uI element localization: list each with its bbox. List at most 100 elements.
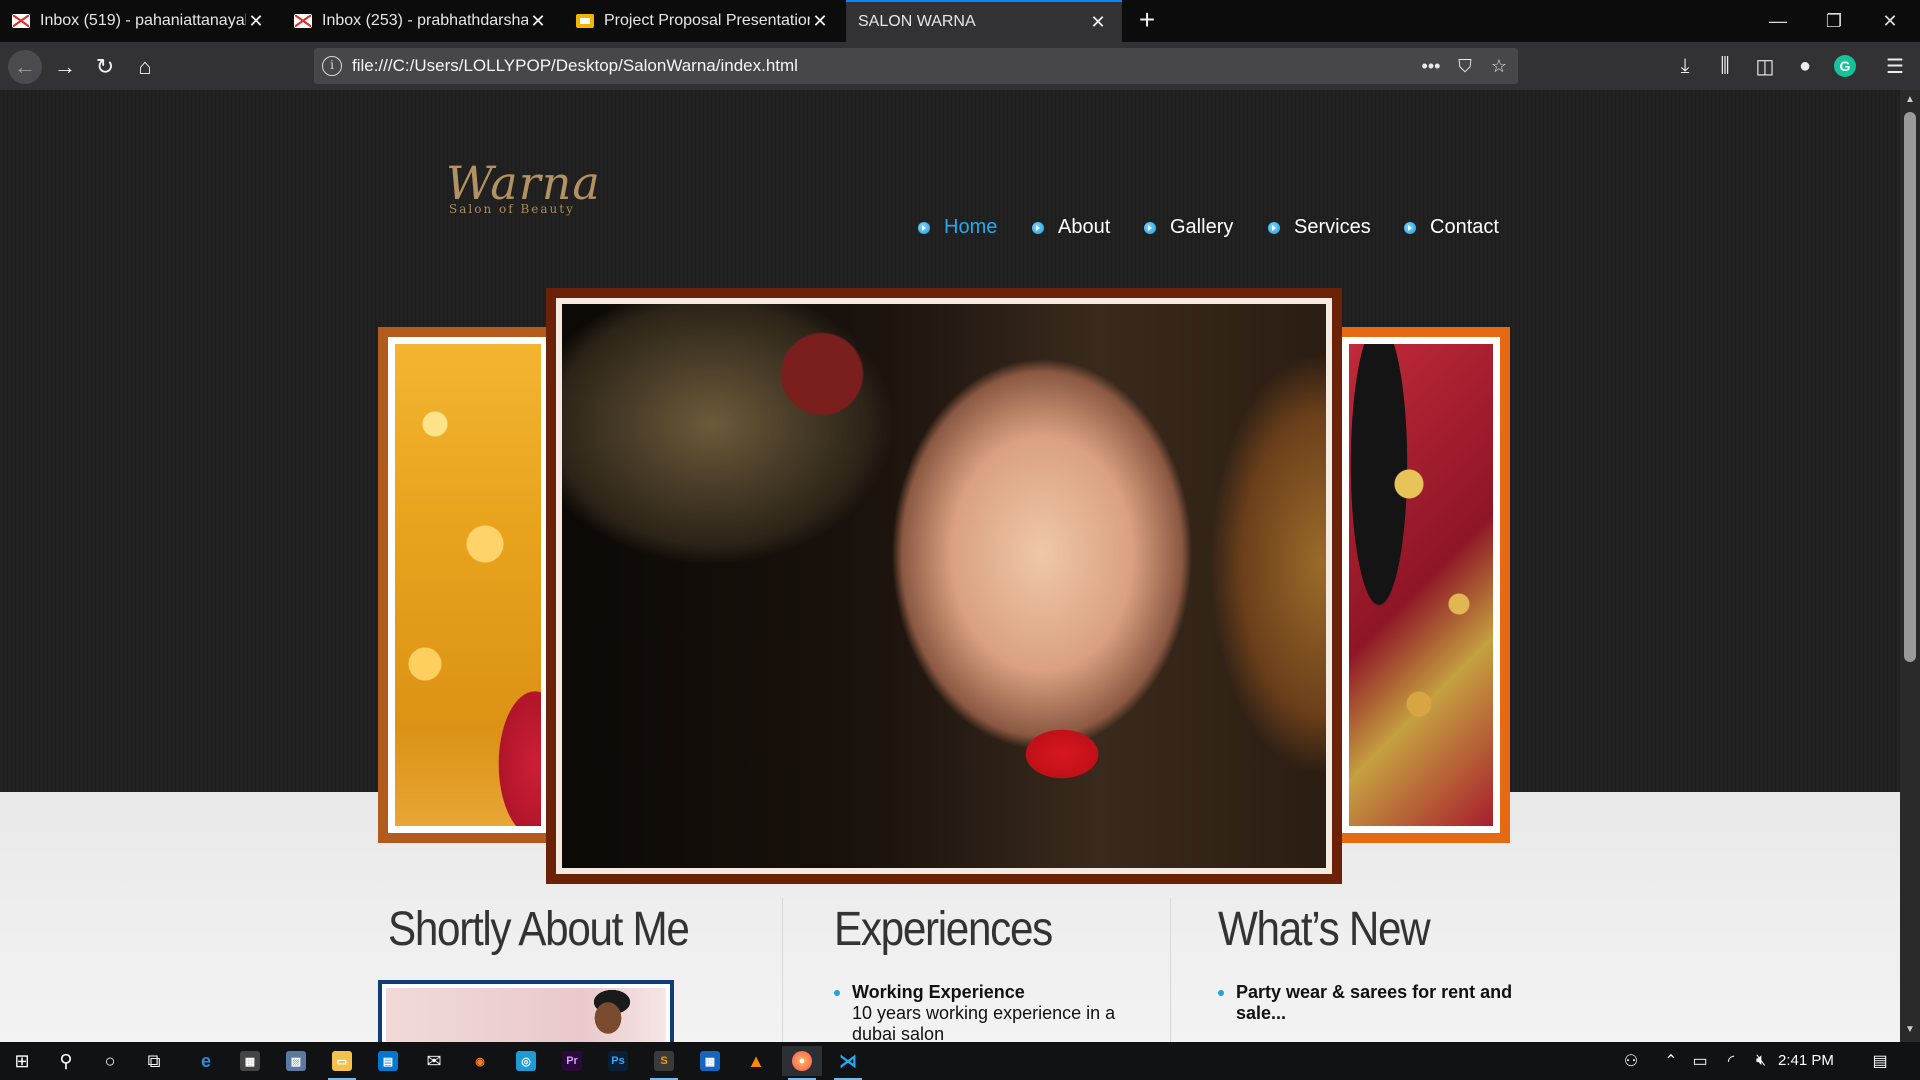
experience-item-title: Working Experience	[852, 982, 1025, 1002]
reload-button[interactable]: ↻	[88, 50, 122, 84]
forward-button[interactable]: →	[48, 50, 82, 84]
photos-icon[interactable]: ▨	[276, 1046, 316, 1076]
nav-label: Services	[1294, 216, 1371, 238]
scroll-down-icon[interactable]: ▼	[1904, 1024, 1916, 1038]
dev-icon[interactable]: ▦	[690, 1046, 730, 1076]
bullet-arrow-icon	[1404, 221, 1416, 234]
restore-button[interactable]: ❐	[1806, 0, 1862, 42]
tab-title: Project Proposal Presentation -	[604, 12, 810, 29]
nav-contact[interactable]: Contact	[1404, 216, 1499, 239]
site-info-icon[interactable]: i	[322, 56, 342, 76]
tab-title: SALON WARNA	[858, 13, 976, 30]
experience-item-text: 10 years working experience in a dubai s…	[852, 1003, 1116, 1042]
address-bar[interactable]: i file:///C:/Users/LOLLYPOP/Desktop/Salo…	[314, 48, 1518, 84]
task-view-icon[interactable]: ⧉	[134, 1046, 174, 1076]
news-item-title[interactable]: Party wear & sarees for rent and sale...	[1236, 982, 1518, 1024]
menu-icon[interactable]: ☰	[1880, 51, 1910, 81]
volume-muted-icon[interactable]: 🔇︎	[1748, 1046, 1774, 1076]
blender-icon[interactable]: ◉	[460, 1046, 500, 1076]
nav-label: Gallery	[1170, 216, 1234, 238]
tab-inbox-1[interactable]: Inbox (519) - pahaniattanayake ✕	[0, 0, 280, 42]
sidebar-icon[interactable]: ◫	[1750, 51, 1780, 81]
notifications-icon[interactable]: ▤	[1866, 1046, 1894, 1076]
nav-about[interactable]: About	[1032, 216, 1110, 239]
taskbar-clock[interactable]: 2:41 PM	[1778, 1052, 1834, 1069]
close-window-button[interactable]: ✕	[1862, 0, 1918, 42]
mail-icon[interactable]: ✉	[414, 1046, 454, 1076]
nav-label: Home	[944, 216, 998, 238]
sublime-text-icon[interactable]: S	[644, 1046, 684, 1080]
bridal-photo-left	[395, 344, 541, 826]
downloads-icon[interactable]: ⤓	[1670, 51, 1700, 81]
column-divider	[1170, 898, 1171, 1042]
nav-gallery[interactable]: Gallery	[1144, 216, 1233, 239]
close-icon[interactable]: ✕	[810, 11, 830, 31]
scroll-up-icon[interactable]: ▲	[1904, 94, 1916, 108]
logo-tagline: Salon of Beauty	[449, 202, 575, 216]
bridal-photo-right	[1349, 344, 1493, 826]
url-text[interactable]: file:///C:/Users/LOLLYPOP/Desktop/SalonW…	[352, 56, 798, 76]
page-content: Warna Salon of Beauty Home About Gallery…	[0, 90, 1900, 1042]
google-slides-icon	[576, 14, 594, 28]
about-photo	[378, 980, 674, 1042]
gmail-icon	[294, 14, 312, 28]
pocket-icon[interactable]: ⛉	[1452, 54, 1478, 78]
bookmark-star-icon[interactable]: ☆	[1486, 54, 1512, 78]
list-item: Working Experience 10 years working expe…	[834, 982, 1134, 1042]
vscode-icon[interactable]: ⋊	[828, 1046, 868, 1080]
whats-new-heading: What’s New	[1218, 903, 1431, 956]
people-icon[interactable]: ⚇	[1618, 1046, 1644, 1076]
site-logo[interactable]: Warna Salon of Beauty	[446, 156, 600, 220]
bullet-arrow-icon	[918, 221, 930, 234]
edge-icon[interactable]: e	[186, 1046, 226, 1076]
scrollbar-thumb[interactable]	[1904, 112, 1916, 662]
nav-label: Contact	[1430, 216, 1499, 238]
nav-home[interactable]: Home	[918, 216, 997, 239]
gmail-icon	[12, 14, 30, 28]
library-icon[interactable]: ⫼	[1710, 51, 1740, 81]
vlc-icon[interactable]: ▲	[736, 1046, 776, 1076]
news-list: Party wear & sarees for rent and sale...	[1218, 982, 1518, 1024]
file-explorer-icon[interactable]: ▭	[322, 1046, 362, 1080]
windows-taskbar: ⊞ ⚲ ○ ⧉ e ▦ ▨ ▭ ▤ ✉ ◉ ◎ Pr Ps S ▦ ▲ ● ⋊ …	[0, 1042, 1920, 1080]
cortana-icon[interactable]: ○	[90, 1046, 130, 1076]
tab-title: Inbox (253) - prabhathdarshana	[322, 12, 528, 29]
tab-salon-warna[interactable]: SALON WARNA ✕	[846, 0, 1122, 42]
close-icon[interactable]: ✕	[246, 11, 266, 31]
bridal-makeup-photo	[562, 304, 1326, 868]
account-icon[interactable]: ●	[1790, 51, 1820, 81]
bullet-arrow-icon	[1144, 221, 1156, 234]
slider-image-left[interactable]	[378, 327, 558, 843]
profile-photo	[386, 988, 666, 1042]
show-hidden-icons-chevron-icon[interactable]: ⌃	[1660, 1046, 1682, 1076]
firefox-icon[interactable]: ●	[782, 1046, 822, 1080]
tab-strip: Inbox (519) - pahaniattanayake ✕ Inbox (…	[0, 0, 1920, 42]
back-button[interactable]: ←	[8, 50, 42, 84]
premiere-icon[interactable]: Pr	[552, 1046, 592, 1076]
tab-inbox-2[interactable]: Inbox (253) - prabhathdarshana ✕	[282, 0, 562, 42]
photoshop-icon[interactable]: Ps	[598, 1046, 638, 1076]
app-icon[interactable]: ◎	[506, 1046, 546, 1076]
experiences-heading: Experiences	[834, 903, 1053, 956]
page-scrollbar[interactable]: ▲ ▼	[1900, 90, 1920, 1042]
page-actions-icon[interactable]: •••	[1418, 54, 1444, 78]
tab-title: Inbox (519) - pahaniattanayake	[40, 12, 246, 29]
slider-image-right[interactable]	[1332, 327, 1510, 843]
column-divider	[782, 898, 783, 1042]
wifi-icon[interactable]: ◜	[1718, 1046, 1744, 1076]
windows-start-icon[interactable]: ⊞	[2, 1046, 42, 1076]
battery-icon[interactable]: ▭	[1686, 1046, 1714, 1076]
slider-image-main[interactable]	[546, 288, 1342, 884]
search-icon[interactable]: ⚲	[46, 1046, 86, 1076]
close-icon[interactable]: ✕	[528, 11, 548, 31]
grammarly-icon[interactable]: G	[1830, 51, 1860, 81]
store-icon[interactable]: ▤	[368, 1046, 408, 1076]
new-tab-button[interactable]: +	[1132, 6, 1162, 36]
experience-list: Working Experience 10 years working expe…	[834, 982, 1134, 1042]
nav-services[interactable]: Services	[1268, 216, 1371, 239]
minimize-button[interactable]: —	[1750, 0, 1806, 42]
tab-project-proposal[interactable]: Project Proposal Presentation - ✕	[564, 0, 844, 42]
close-icon[interactable]: ✕	[1088, 12, 1108, 32]
home-button[interactable]: ⌂	[128, 50, 162, 84]
calculator-icon[interactable]: ▦	[230, 1046, 270, 1076]
